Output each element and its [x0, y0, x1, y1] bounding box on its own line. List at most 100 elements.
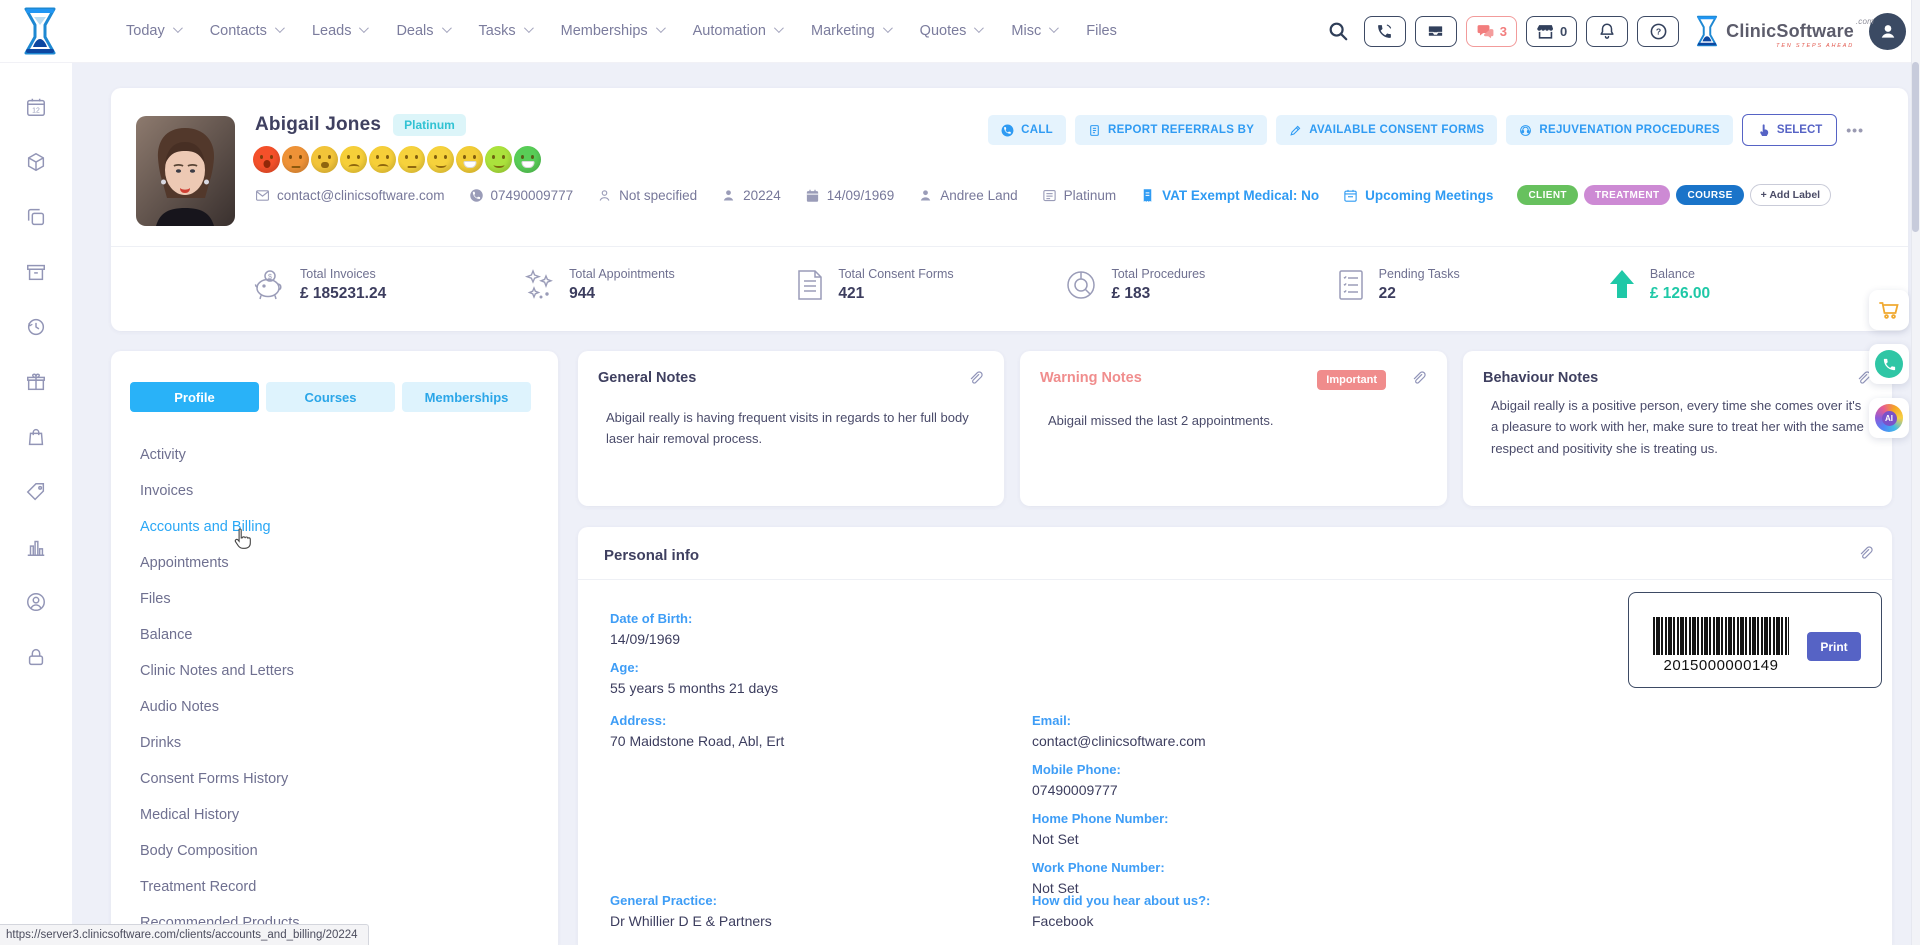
nav-misc[interactable]: Misc: [1011, 23, 1056, 39]
work-phone-label[interactable]: Work Phone Number:: [1032, 860, 1206, 875]
mood-emoji-7[interactable]: [427, 146, 454, 173]
nav-memberships[interactable]: Memberships: [561, 23, 663, 39]
call-float-button[interactable]: [1869, 344, 1909, 384]
shopping-bag-icon[interactable]: [25, 426, 47, 448]
tab-courses[interactable]: Courses: [266, 382, 395, 412]
tab-memberships[interactable]: Memberships: [402, 382, 531, 412]
nav-tasks[interactable]: Tasks: [479, 23, 531, 39]
mood-emoji-9[interactable]: [485, 146, 512, 173]
archive-box-icon[interactable]: [25, 261, 47, 283]
report-referrals-button[interactable]: REPORT REFERRALS BY: [1075, 115, 1267, 145]
bar-chart-icon[interactable]: [25, 536, 47, 558]
select-button[interactable]: SELECT: [1742, 114, 1837, 146]
home-phone-label[interactable]: Home Phone Number:: [1032, 811, 1206, 826]
mood-emoji-6[interactable]: [398, 146, 425, 173]
mood-emoji-5[interactable]: [369, 146, 396, 173]
menu-item-files[interactable]: Files: [111, 581, 558, 617]
lock-icon[interactable]: [25, 646, 47, 668]
address-label[interactable]: Address:: [610, 713, 784, 728]
chevron-down-icon: [275, 23, 285, 33]
nav-contacts[interactable]: Contacts: [210, 23, 282, 39]
history-icon[interactable]: [25, 316, 47, 338]
email-label[interactable]: Email:: [1032, 713, 1206, 728]
age-label[interactable]: Age:: [610, 660, 778, 675]
mobile-label[interactable]: Mobile Phone:: [1032, 762, 1206, 777]
package-icon[interactable]: [25, 151, 47, 173]
gp-label[interactable]: General Practice:: [610, 893, 772, 908]
mood-emoji-8[interactable]: [456, 146, 483, 173]
chevron-down-icon: [974, 23, 984, 33]
nav-deals[interactable]: Deals: [396, 23, 448, 39]
bell-icon: [1598, 22, 1616, 40]
chevron-down-icon: [774, 23, 784, 33]
dialer-button[interactable]: [1364, 16, 1406, 47]
menu-item-invoices[interactable]: Invoices: [111, 473, 558, 509]
menu-item-clinic-notes[interactable]: Clinic Notes and Letters: [111, 653, 558, 689]
search-icon[interactable]: [1327, 20, 1349, 42]
client-email: contact@clinicsoftware.com: [255, 188, 445, 203]
mood-emoji-1[interactable]: [253, 146, 280, 173]
scrollbar-track[interactable]: [1911, 0, 1920, 945]
calendar-icon[interactable]: 12: [25, 96, 47, 118]
client-photo[interactable]: [136, 116, 235, 226]
ai-assistant-button[interactable]: AI: [1869, 398, 1909, 438]
user-avatar[interactable]: [1869, 13, 1906, 50]
menu-item-treatment-record[interactable]: Treatment Record: [111, 869, 558, 905]
menu-item-accounts-and-billing[interactable]: Accounts and Billing: [111, 509, 558, 545]
receipt-icon: [1140, 188, 1155, 203]
consent-forms-button[interactable]: AVAILABLE CONSENT FORMS: [1276, 115, 1497, 145]
mood-emoji-2[interactable]: [282, 146, 309, 173]
notifications-button[interactable]: [1586, 16, 1628, 47]
menu-item-consent-forms-history[interactable]: Consent Forms History: [111, 761, 558, 797]
nav-marketing[interactable]: Marketing: [811, 23, 890, 39]
support-icon[interactable]: [25, 591, 47, 613]
phone-icon: [1001, 124, 1014, 137]
paperclip-icon[interactable]: [1410, 370, 1427, 387]
call-button[interactable]: CALL: [988, 115, 1066, 145]
tab-profile[interactable]: Profile: [130, 382, 259, 412]
nav-leads[interactable]: Leads: [312, 23, 367, 39]
mood-emoji-10[interactable]: [514, 146, 541, 173]
upcoming-meetings-link[interactable]: Upcoming Meetings: [1343, 188, 1493, 203]
rejuvenation-button[interactable]: REJUVENATION PROCEDURES: [1506, 115, 1733, 145]
cart-button[interactable]: [1869, 290, 1909, 330]
add-label-button[interactable]: + Add Label: [1750, 184, 1831, 206]
menu-item-activity[interactable]: Activity: [111, 437, 558, 473]
print-button[interactable]: Print: [1807, 632, 1861, 661]
chevron-down-icon: [524, 23, 534, 33]
chevron-down-icon: [883, 23, 893, 33]
store-button[interactable]: 0: [1526, 16, 1577, 47]
menu-item-audio-notes[interactable]: Audio Notes: [111, 689, 558, 725]
tag-icon[interactable]: [25, 481, 47, 503]
more-actions-button[interactable]: •••: [1846, 122, 1864, 138]
paperclip-icon[interactable]: [967, 370, 984, 387]
nav-quotes[interactable]: Quotes: [920, 23, 982, 39]
menu-item-balance[interactable]: Balance: [111, 617, 558, 653]
main-nav: Today Contacts Leads Deals Tasks Members…: [126, 23, 1117, 39]
help-button[interactable]: ?: [1637, 16, 1679, 47]
menu-item-body-composition[interactable]: Body Composition: [111, 833, 558, 869]
clinicsoftware-logo-icon: [1694, 15, 1720, 47]
vat-exempt-link[interactable]: VAT Exempt Medical: No: [1140, 188, 1319, 203]
inbox-button[interactable]: [1415, 16, 1457, 47]
nav-today[interactable]: Today: [126, 23, 180, 39]
chevron-down-icon: [359, 23, 369, 33]
edit-icon[interactable]: [1857, 545, 1874, 562]
scrollbar-thumb[interactable]: [1912, 62, 1919, 232]
nav-files[interactable]: Files: [1086, 23, 1117, 39]
clinicsoftware-logo-icon[interactable]: [20, 7, 60, 55]
store-icon: [1536, 22, 1555, 41]
svg-text:?: ?: [1656, 26, 1661, 36]
copy-icon[interactable]: [25, 206, 47, 228]
menu-item-appointments[interactable]: Appointments: [111, 545, 558, 581]
gift-icon[interactable]: [25, 371, 47, 393]
menu-item-medical-history[interactable]: Medical History: [111, 797, 558, 833]
menu-item-drinks[interactable]: Drinks: [111, 725, 558, 761]
hear-about-label[interactable]: How did you hear about us?:: [1032, 893, 1210, 908]
mood-emoji-3[interactable]: [311, 146, 338, 173]
dob-label[interactable]: Date of Birth:: [610, 611, 778, 626]
general-notes-card: General Notes Abigail really is having f…: [578, 351, 1004, 506]
nav-automation[interactable]: Automation: [693, 23, 781, 39]
mood-emoji-4[interactable]: [340, 146, 367, 173]
chat-button[interactable]: 3: [1466, 16, 1517, 47]
